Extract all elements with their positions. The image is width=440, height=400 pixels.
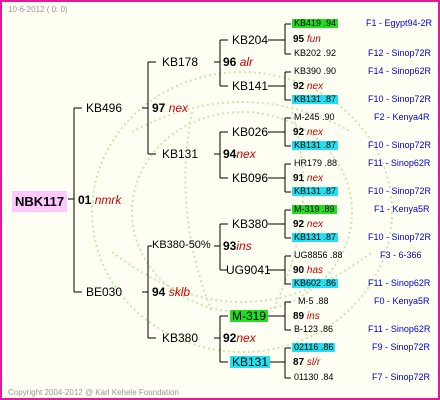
gen4-ring-3[interactable]: KB390 .90 — [294, 67, 336, 76]
gen2-ring-2[interactable]: KB131 — [162, 148, 198, 160]
gen4-ref-7: F11 - Sinop62R — [368, 158, 431, 168]
root-bird-ring[interactable]: NBK117 — [12, 191, 68, 212]
gen4-ref-4: F10 - Sinop72R — [368, 94, 432, 104]
gen3-ring-3[interactable]: KB026 — [232, 126, 268, 138]
gen3-score-3: 92 nex — [293, 127, 324, 138]
gen3-score-4: 91 nex — [293, 173, 324, 184]
gen4-ref-12: F11 - Sinop62R — [368, 278, 431, 288]
gen4-ring-10[interactable]: KB131 .87 — [292, 233, 339, 242]
gen4-ref-11: F3 - 6-366 — [380, 250, 422, 260]
dam-adjective: sklb — [168, 285, 191, 299]
root-adjective: nmrk — [94, 193, 122, 207]
gen4-ref-5: F2 - Kenya4R — [374, 112, 430, 122]
gen4-ring-8[interactable]: KB131 .87 — [292, 187, 339, 196]
gen3-score-6: 90 has — [293, 265, 324, 276]
gen4-ref-1: F1 - Egypt94-2R — [366, 18, 433, 28]
gen2-score-4: 92nex — [223, 331, 256, 345]
gen2-ring-3[interactable]: KB380-50% — [152, 240, 211, 251]
gen2-score-2: 94nex — [223, 147, 256, 161]
sire-adjective: nex — [168, 101, 189, 115]
gen3-ring-7[interactable]: M-319 — [230, 310, 269, 322]
gen4-ref-9: F1 - Kenya5R — [374, 204, 430, 214]
gen4-ring-7[interactable]: HR179 .88 — [294, 159, 337, 168]
gen3-ring-5[interactable]: KB380 — [232, 218, 268, 230]
gen4-ring-4[interactable]: KB131 .87 — [292, 95, 339, 104]
dam-ring[interactable]: BE030 — [86, 286, 122, 298]
gen4-ref-13: F0 - Kenya5R — [374, 296, 430, 306]
gen4-ref-15: F9 - Sinop72R — [372, 342, 431, 352]
gen4-ring-15[interactable]: 02116 .86 — [292, 343, 336, 352]
tree-lines — [68, 23, 291, 379]
root-score: 01 nmrk — [78, 193, 122, 207]
gen4-ring-2[interactable]: KB202 .92 — [294, 49, 336, 58]
gen3-ring-1[interactable]: KB204 — [232, 34, 268, 46]
gen2-ring-4[interactable]: KB380 — [162, 332, 198, 344]
gen3-ring-8[interactable]: KB131 — [230, 356, 271, 368]
pedigree-frame: 10-6-2012 ( 0: 0) NBK117 01 nmrk KB496 9… — [0, 0, 440, 400]
gen3-ring-6[interactable]: UG9041 — [226, 264, 271, 276]
gen4-ref-8: F10 - Sinop72R — [368, 186, 432, 196]
sire-ring[interactable]: KB496 — [86, 102, 122, 114]
gen2-score-3: 93ins — [223, 239, 252, 253]
gen3-score-5: 92 nex — [293, 219, 324, 230]
gen4-ref-14: F11 - Sinop62R — [368, 324, 431, 334]
gen4-ref-6: F10 - Sinop72R — [368, 140, 432, 150]
gen4-ring-1[interactable]: KB419 .94 — [292, 19, 339, 28]
gen4-ref-16: F7 - Sinop72R — [372, 372, 431, 382]
gen3-score-7: 89 ins — [293, 311, 320, 322]
gen3-score-1: 95 fun — [293, 34, 321, 45]
gen4-ring-9[interactable]: M-319 .89 — [292, 205, 337, 214]
dam-score: 94 sklb — [152, 285, 191, 299]
gen3-ring-4[interactable]: KB096 — [232, 172, 268, 184]
gen3-ring-2[interactable]: KB141 — [232, 80, 268, 92]
gen4-ring-11[interactable]: UG8856 .88 — [294, 251, 343, 260]
gen2-ring-1[interactable]: KB178 — [162, 56, 198, 68]
gen4-ref-10: F10 - Sinop72R — [368, 232, 432, 242]
gen4-ring-14[interactable]: B-123 .86 — [294, 325, 333, 334]
gen4-ring-16[interactable]: 01130 .84 — [294, 373, 333, 382]
gen3-score-8: 87 sl/r — [293, 357, 321, 368]
gen4-ring-13[interactable]: M-5 .88 — [298, 297, 329, 306]
gen4-ring-6[interactable]: KB131 .87 — [292, 141, 339, 150]
sire-score: 97 nex — [152, 101, 189, 115]
gen4-ring-12[interactable]: KB602 .86 — [292, 279, 339, 288]
gen4-ring-5[interactable]: M-245 .90 — [294, 113, 335, 122]
copyright-footer: Copyright 2004-2012 @ Karl Kehele Founda… — [8, 388, 179, 397]
gen4-ref-3: F14 - Sinop62R — [368, 66, 432, 76]
gen4-ref-2: F12 - Sinop72R — [368, 48, 432, 58]
gen2-score-1: 96 alr — [223, 55, 254, 69]
gen3-score-2: 92 nex — [293, 81, 324, 92]
